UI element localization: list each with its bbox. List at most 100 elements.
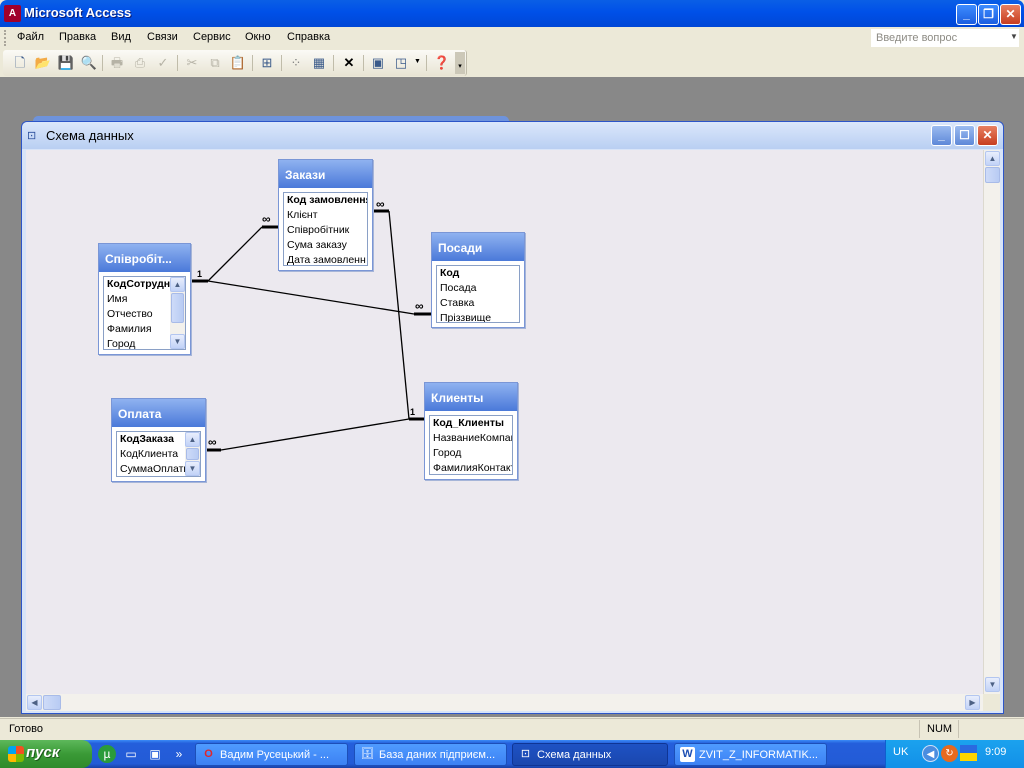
field[interactable]: Дата замовленн <box>284 253 367 265</box>
file-search-icon[interactable]: 🔍 <box>79 54 99 72</box>
field-list-scrollbar[interactable]: ▲ ▼ <box>185 432 200 476</box>
field-list-scrollbar[interactable]: ▲ ▼ <box>170 277 185 349</box>
field[interactable]: Город <box>430 446 512 461</box>
print-preview-icon[interactable]: ⎙ <box>130 54 150 72</box>
table-title[interactable]: Клиенты <box>425 383 517 411</box>
back-arrow-icon[interactable]: ◀ <box>922 745 939 762</box>
taskbar-item-database[interactable]: 🗄 База даних підприєм... <box>354 743 507 766</box>
scroll-right-icon[interactable]: ▶ <box>965 695 980 710</box>
delete-icon[interactable]: ✕ <box>339 54 359 72</box>
scroll-down-icon[interactable]: ▼ <box>185 461 200 476</box>
menu-view[interactable]: Вид <box>111 31 131 43</box>
clock[interactable]: 9:09 <box>985 746 1006 758</box>
field-primary-key[interactable]: Код замовлення <box>284 193 367 208</box>
access-app-icon[interactable]: A <box>4 5 21 22</box>
quicklaunch-more-icon[interactable]: » <box>170 745 188 763</box>
restore-button[interactable]: ❐ <box>978 4 999 25</box>
scroll-thumb[interactable] <box>171 293 184 323</box>
relationships-window: ⊡ Схема данных _ ☐ ✕ 1 ∞ ∞ ∞ 1 ∞ Співроб… <box>21 121 1004 714</box>
update-icon[interactable]: ↻ <box>941 745 958 762</box>
paste-icon[interactable]: 📋 <box>228 54 248 72</box>
ukraine-flag-icon[interactable] <box>960 745 977 753</box>
field[interactable]: Співробітник <box>284 223 367 238</box>
ask-question-input[interactable]: Введите вопрос <box>870 28 1020 48</box>
table-klienty[interactable]: Клиенты Код_Клиенты НазваниеКомпан Город… <box>424 382 518 480</box>
field[interactable]: Пріззвище <box>437 311 519 322</box>
relation-line[interactable] <box>220 418 410 451</box>
table-title[interactable]: Закази <box>279 160 372 188</box>
print-icon[interactable]: 🖶 <box>107 54 127 72</box>
help-dropdown-icon[interactable]: ▼ <box>1010 32 1018 41</box>
relation-line[interactable] <box>207 280 415 315</box>
scroll-up-icon[interactable]: ▲ <box>185 432 200 447</box>
taskbar-item-relationships[interactable]: ⊡ Схема данных <box>512 743 668 766</box>
field[interactable]: Сума заказу <box>284 238 367 253</box>
scroll-up-icon[interactable]: ▲ <box>170 277 185 292</box>
toolbar-options-icon[interactable]: ▾ <box>455 52 465 74</box>
table-title[interactable]: Співробіт... <box>99 244 190 272</box>
minimize-button[interactable]: _ <box>956 4 977 25</box>
scroll-down-icon[interactable]: ▼ <box>170 334 185 349</box>
close-button[interactable]: ✕ <box>1000 4 1021 25</box>
scroll-left-icon[interactable]: ◀ <box>27 695 42 710</box>
relationships-window-title-bar[interactable] <box>22 122 1003 149</box>
field[interactable]: НазваниеКомпан <box>430 431 512 446</box>
vertical-scroll-thumb[interactable] <box>985 167 1000 183</box>
window-maximize-button[interactable]: ☐ <box>954 125 975 146</box>
table-posady[interactable]: Посади Код Посада Ставка Пріззвище <box>431 232 525 328</box>
menu-window[interactable]: Окно <box>245 31 271 43</box>
database-window-icon[interactable]: ▣ <box>368 54 388 72</box>
menu-file[interactable]: Файл <box>17 31 44 43</box>
menu-relations[interactable]: Связи <box>147 31 178 43</box>
scroll-thumb[interactable] <box>186 448 199 460</box>
new-icon[interactable]: 🗋 <box>10 54 30 72</box>
show-desktop-icon[interactable]: ▭ <box>122 745 140 763</box>
language-indicator[interactable]: UK <box>893 746 908 758</box>
cut-icon[interactable]: ✂ <box>182 54 202 72</box>
toolbar-separator <box>426 55 427 71</box>
window-switch-icon[interactable]: ▣ <box>146 745 164 763</box>
field-primary-key[interactable]: Код_Клиенты <box>430 416 512 431</box>
show-table-icon[interactable]: ⊞ <box>257 54 277 72</box>
table-spivrobitnyky[interactable]: Співробіт... КодСотрудн Имя Отчество Фам… <box>98 243 191 355</box>
taskbar-item-opera[interactable]: O Вадим Русецький - ... <box>195 743 348 766</box>
menu-edit[interactable]: Правка <box>59 31 96 43</box>
field[interactable]: ФамилияКонтакт <box>430 461 512 474</box>
spelling-icon[interactable]: ✓ <box>153 54 173 72</box>
window-minimize-button[interactable]: _ <box>931 125 952 146</box>
relationship-canvas[interactable]: 1 ∞ ∞ ∞ 1 ∞ Співробіт... КодСотрудн Имя … <box>26 150 983 694</box>
table-title[interactable]: Посади <box>432 233 524 261</box>
scroll-up-icon[interactable]: ▲ <box>985 151 1000 166</box>
field[interactable]: Клієнт <box>284 208 367 223</box>
menu-grip[interactable] <box>4 30 7 46</box>
relation-line[interactable] <box>207 226 263 282</box>
field[interactable]: Посада <box>437 281 519 296</box>
toolbar-separator <box>281 55 282 71</box>
size-grip[interactable] <box>983 694 1000 711</box>
window-close-button[interactable]: ✕ <box>977 125 998 146</box>
open-icon[interactable]: 📂 <box>33 54 53 72</box>
horizontal-scroll-thumb[interactable] <box>43 695 61 710</box>
table-oplata[interactable]: Оплата КодЗаказа КодКлиента СуммаОплаты … <box>111 398 206 482</box>
help-icon[interactable]: ❓ <box>432 54 452 72</box>
relation-line[interactable] <box>388 210 410 420</box>
show-direct-icon[interactable]: ⁘ <box>286 54 306 72</box>
new-object-dropdown-icon[interactable]: ▼ <box>414 58 421 65</box>
field-primary-key[interactable]: Код <box>437 266 519 281</box>
vertical-scrollbar[interactable]: ▲ ▼ <box>983 150 1000 694</box>
utorrent-icon[interactable]: µ <box>98 745 116 763</box>
show-all-icon[interactable]: ▦ <box>309 54 329 72</box>
app-title-bar[interactable] <box>0 0 1024 27</box>
taskbar-item-word[interactable]: W ZVIT_Z_INFORMATIK... <box>674 743 827 766</box>
field[interactable]: Ставка <box>437 296 519 311</box>
copy-icon[interactable]: ⧉ <box>205 54 225 72</box>
new-object-icon[interactable]: ◳ <box>391 54 411 72</box>
scroll-down-icon[interactable]: ▼ <box>985 677 1000 692</box>
table-zakazy[interactable]: Закази Код замовлення Клієнт Співробітни… <box>278 159 373 271</box>
relationships-icon[interactable]: ⊡ <box>27 129 36 142</box>
horizontal-scrollbar[interactable]: ◀ ▶ <box>26 694 983 711</box>
save-icon[interactable]: 💾 <box>56 54 76 72</box>
menu-help[interactable]: Справка <box>287 31 330 43</box>
menu-tools[interactable]: Сервис <box>193 31 231 43</box>
table-title[interactable]: Оплата <box>112 399 205 427</box>
